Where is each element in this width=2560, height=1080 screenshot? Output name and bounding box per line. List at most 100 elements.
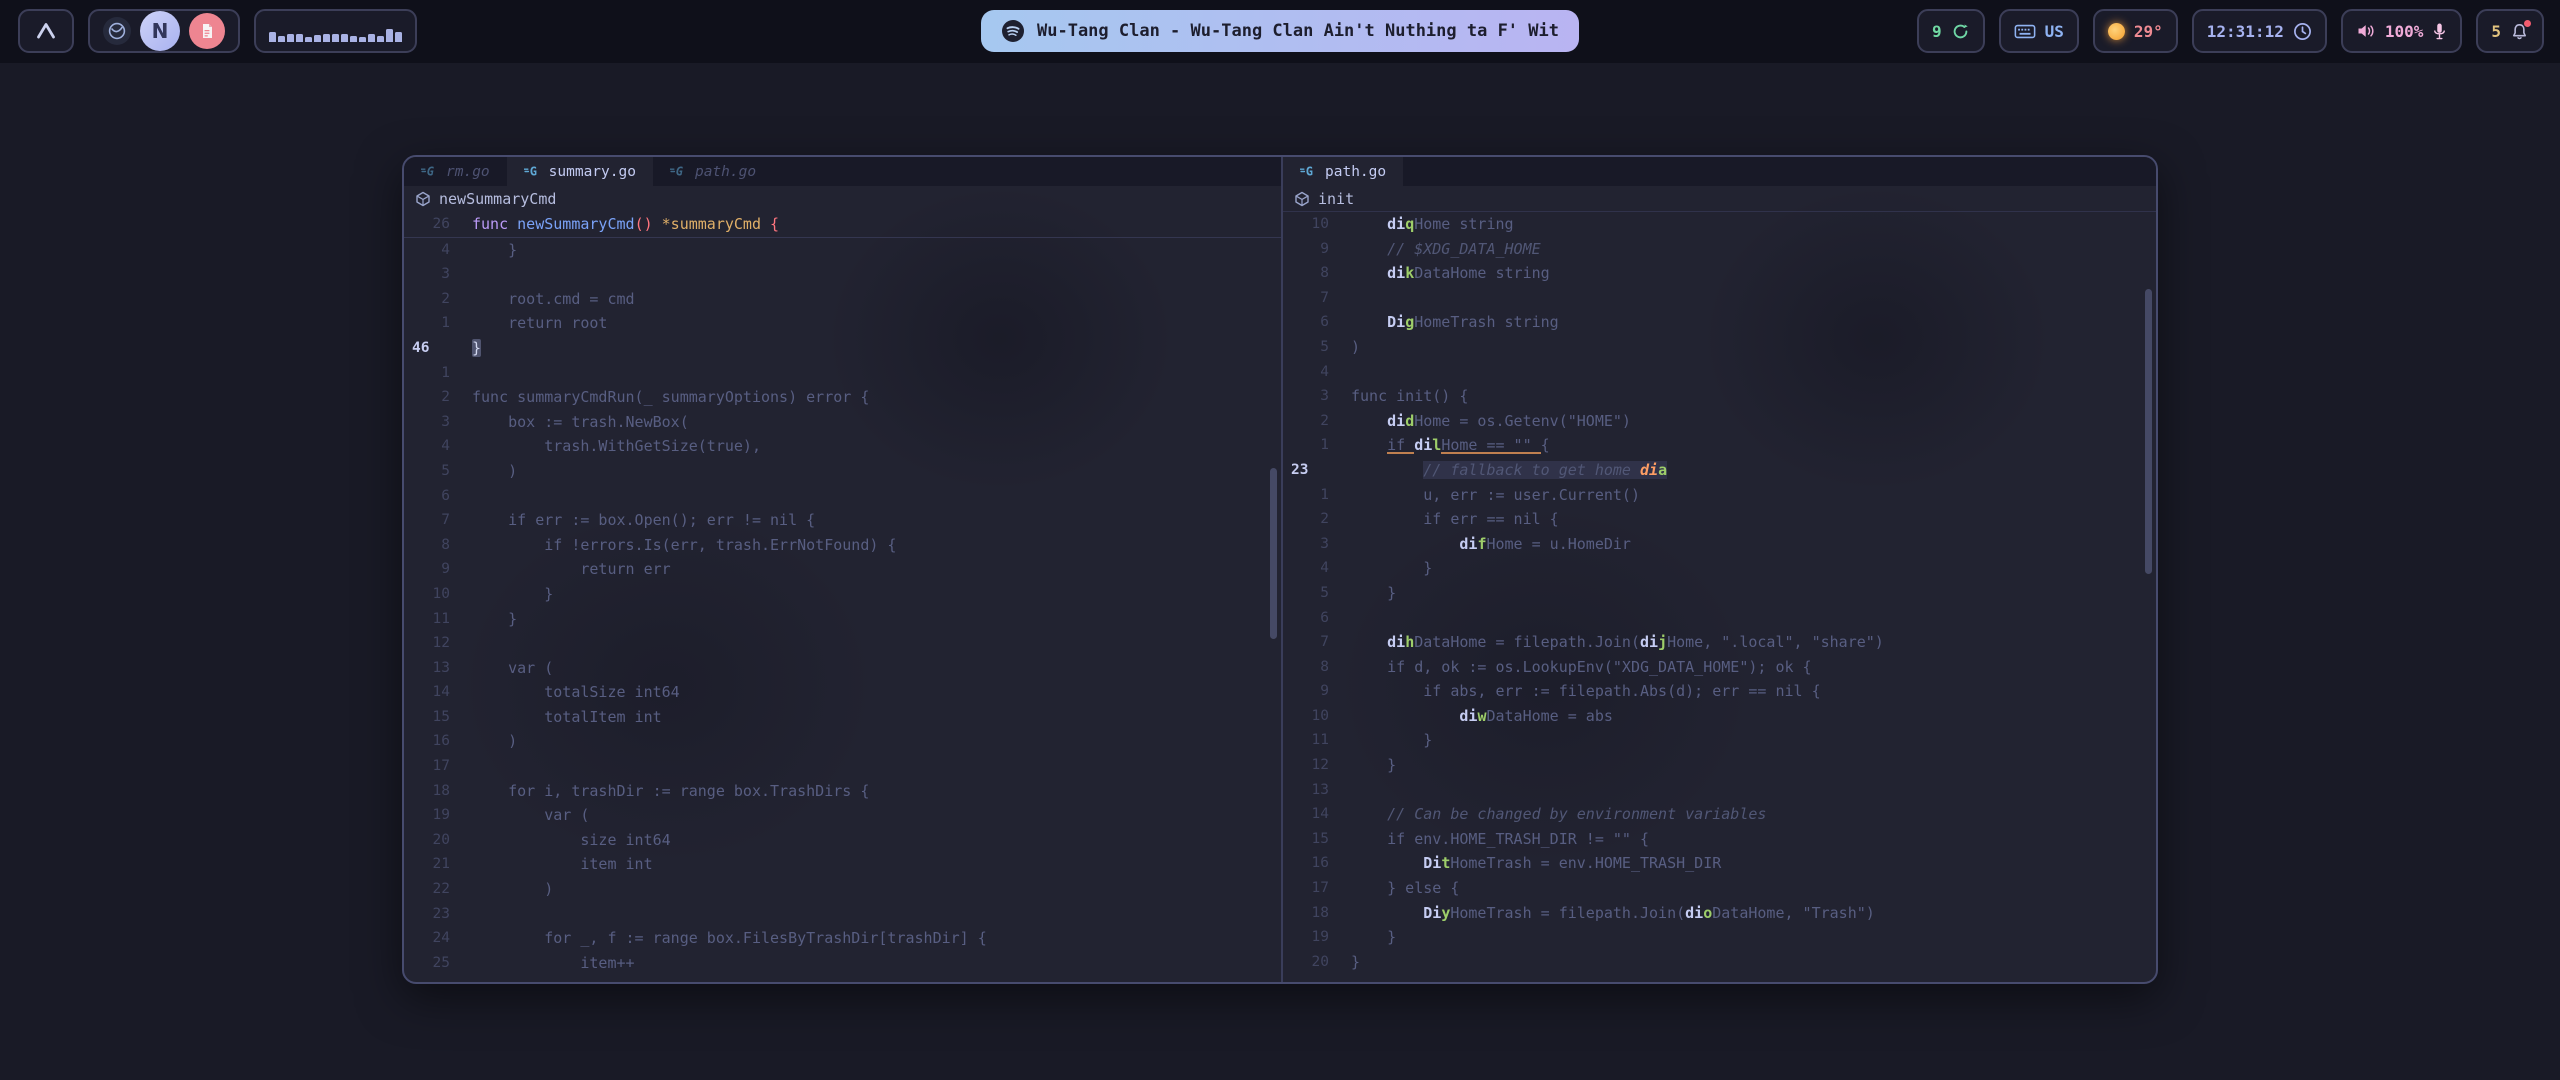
code-line[interactable]: 3func init() { <box>1283 384 2156 409</box>
treesitter-context-line[interactable]: 26func newSummaryCmd() *summaryCmd { <box>404 212 1281 238</box>
notifications-widget[interactable]: 5 <box>2476 9 2544 53</box>
code-line[interactable]: 9 if abs, err := filepath.Abs(d); err ==… <box>1283 679 2156 704</box>
code-line[interactable]: 15 totalItem int <box>404 705 1281 730</box>
scrollbar-thumb-left[interactable] <box>1270 468 1277 639</box>
launcher-button[interactable] <box>18 9 74 53</box>
code-line[interactable]: 3 box := trash.NewBox( <box>404 410 1281 435</box>
code-line[interactable]: 12 } <box>1283 753 2156 778</box>
go-lang-icon: G <box>670 165 687 178</box>
code-line[interactable]: 4 } <box>404 238 1281 263</box>
code-line[interactable]: 17 } else { <box>1283 876 2156 901</box>
code-line[interactable]: 6 DigHomeTrash string <box>1283 310 2156 335</box>
keyboard-layout-widget[interactable]: US <box>1999 9 2079 53</box>
code-line[interactable]: 7 <box>1283 286 2156 311</box>
code-line[interactable]: 20} <box>1283 950 2156 975</box>
volume-widget[interactable]: 100% <box>2341 9 2463 53</box>
line-number: 2 <box>404 287 450 312</box>
code-line[interactable]: 12 <box>404 631 1281 656</box>
code-line[interactable]: 2 didHome = os.Getenv("HOME") <box>1283 409 2156 434</box>
line-number: 21 <box>404 852 450 877</box>
buffer-tabbar-right: G path.go <box>1283 157 2156 186</box>
tab-rm-go[interactable]: G rm.go <box>404 157 507 186</box>
code-line[interactable]: 19 var ( <box>404 803 1281 828</box>
visualizer-bar <box>350 36 357 42</box>
line-number: 14 <box>1283 802 1329 827</box>
notification-dot <box>2524 20 2531 27</box>
code-line[interactable]: 10 diwDataHome = abs <box>1283 704 2156 729</box>
code-line[interactable]: 26func newSummaryCmd() *summaryCmd { <box>404 212 1281 237</box>
neovim-icon[interactable]: N <box>140 11 180 51</box>
code-line[interactable]: 1 if dilHome == "" { <box>1283 433 2156 458</box>
code-line[interactable]: 5 } <box>1283 581 2156 606</box>
code-line[interactable]: 24 for _, f := range box.FilesByTrashDir… <box>404 926 1281 951</box>
code-line[interactable]: 1 return root <box>404 311 1281 336</box>
code-line[interactable]: 23 <box>404 902 1281 927</box>
line-number: 20 <box>1283 950 1329 975</box>
code-line[interactable]: 7 dihDataHome = filepath.Join(dijHome, "… <box>1283 630 2156 655</box>
globe-swirl-icon <box>107 21 127 41</box>
topbar-right: 9 US 29° 12:31:12 <box>1917 9 2544 53</box>
code-line[interactable]: 20 size int64 <box>404 828 1281 853</box>
code-line[interactable]: 25 item++ <box>404 951 1281 976</box>
code-line[interactable]: 13 var ( <box>404 656 1281 681</box>
code-line[interactable]: 18 DiyHomeTrash = filepath.Join(dioDataH… <box>1283 901 2156 926</box>
visualizer-bar <box>314 35 321 42</box>
visualizer-bars <box>269 20 402 42</box>
code-line[interactable]: 15 if env.HOME_TRASH_DIR != "" { <box>1283 827 2156 852</box>
weather-widget[interactable]: 29° <box>2093 9 2178 53</box>
code-line[interactable]: 11 } <box>1283 728 2156 753</box>
scrollbar-thumb-right[interactable] <box>2145 289 2152 574</box>
clock-widget[interactable]: 12:31:12 <box>2192 9 2327 53</box>
code-line[interactable]: 19 } <box>1283 925 2156 950</box>
code-line[interactable]: 11 } <box>404 607 1281 632</box>
code-line[interactable]: 5 ) <box>404 459 1281 484</box>
code-line[interactable]: 2 if err == nil { <box>1283 507 2156 532</box>
code-line[interactable]: 9 // $XDG_DATA_HOME <box>1283 237 2156 262</box>
svg-text:G: G <box>427 165 435 178</box>
code-line[interactable]: 2func summaryCmdRun(_ summaryOptions) er… <box>404 385 1281 410</box>
tab-path-go-right[interactable]: G path.go <box>1283 157 1403 186</box>
tab-summary-go[interactable]: G summary.go <box>507 157 653 186</box>
code-line[interactable]: 14 totalSize int64 <box>404 680 1281 705</box>
code-line[interactable]: 16 ) <box>404 729 1281 754</box>
line-number: 46 <box>404 336 450 361</box>
code-line[interactable]: 16 DitHomeTrash = env.HOME_TRASH_DIR <box>1283 851 2156 876</box>
code-line[interactable]: 46} <box>404 336 1281 361</box>
code-line[interactable]: 8 dikDataHome string <box>1283 261 2156 286</box>
code-line[interactable]: 6 <box>1283 606 2156 631</box>
svg-text:G: G <box>529 165 536 178</box>
code-line[interactable]: 5) <box>1283 335 2156 360</box>
code-line[interactable]: 18 for i, trashDir := range box.TrashDir… <box>404 779 1281 804</box>
code-line[interactable]: 1 <box>404 361 1281 386</box>
code-line[interactable]: 23 // fallback to get home dia <box>1283 458 2156 483</box>
notes-icon[interactable] <box>189 13 225 49</box>
code-line[interactable]: 17 <box>404 754 1281 779</box>
browser-icon[interactable] <box>103 17 131 45</box>
code-line[interactable]: 8 if !errors.Is(err, trash.ErrNotFound) … <box>404 533 1281 558</box>
code-line[interactable]: 8 if d, ok := os.LookupEnv("XDG_DATA_HOM… <box>1283 655 2156 680</box>
code-line[interactable]: 13 <box>1283 778 2156 803</box>
code-line[interactable]: 14 // Can be changed by environment vari… <box>1283 802 2156 827</box>
editor-window: G rm.go G summary.go G path.go <box>402 155 2158 984</box>
code-line[interactable]: 7 if err := box.Open(); err != nil { <box>404 508 1281 533</box>
code-line[interactable]: 4 <box>1283 360 2156 385</box>
code-line[interactable]: 22 ) <box>404 877 1281 902</box>
code-line[interactable]: 10 } <box>404 582 1281 607</box>
code-area-right[interactable]: 10 diqHome string9 // $XDG_DATA_HOME8 di… <box>1283 212 2156 974</box>
line-number: 8 <box>1283 655 1329 680</box>
code-line[interactable]: 3 <box>404 262 1281 287</box>
code-line[interactable]: 9 return err <box>404 557 1281 582</box>
code-line[interactable]: 21 item int <box>404 852 1281 877</box>
visualizer-bar <box>395 32 402 42</box>
code-line[interactable]: 6 <box>404 484 1281 509</box>
tab-path-go[interactable]: G path.go <box>653 157 773 186</box>
code-line[interactable]: 10 diqHome string <box>1283 212 2156 237</box>
now-playing-widget[interactable]: Wu-Tang Clan - Wu-Tang Clan Ain't Nuthin… <box>981 10 1579 52</box>
code-line[interactable]: 4 } <box>1283 556 2156 581</box>
code-line[interactable]: 3 difHome = u.HomeDir <box>1283 532 2156 557</box>
code-line[interactable]: 4 trash.WithGetSize(true), <box>404 434 1281 459</box>
updates-widget[interactable]: 9 <box>1917 9 1985 53</box>
code-area-left[interactable]: 4 }32 root.cmd = cmd1 return root46}12fu… <box>404 238 1281 976</box>
code-line[interactable]: 2 root.cmd = cmd <box>404 287 1281 312</box>
code-line[interactable]: 1 u, err := user.Current() <box>1283 483 2156 508</box>
